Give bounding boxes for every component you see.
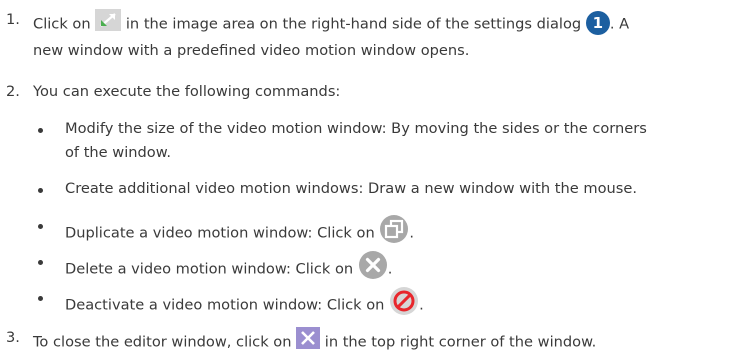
instruction-document: 1. Click on in the image area on the rig… <box>0 0 748 358</box>
step-3-text-b: in the top right corner of the window. <box>324 333 597 351</box>
bullet-1-line-1: Modify the size of the video motion wind… <box>65 120 647 137</box>
callout-badge-1: 1 <box>585 10 610 35</box>
bullet-4-tail: . <box>387 260 393 278</box>
bullet-3-line: Duplicate a video motion window: Click o… <box>65 214 414 251</box>
bullet-3-tail: . <box>409 224 414 242</box>
step-3-text-a: To close the editor window, click on <box>33 333 292 351</box>
close-icon[interactable] <box>296 327 321 354</box>
bullet-5-tail: . <box>419 296 424 314</box>
bullet-4-line: Delete a video motion window: Click on . <box>65 250 393 287</box>
step-1-text-a: Click on <box>33 15 91 33</box>
step-1-line-1: Click on in the image area on the right-… <box>33 9 630 38</box>
bullet-1-line-2: of the window. <box>65 144 171 161</box>
step-2-number: 2. <box>6 83 20 100</box>
bullet-5-line: Deactivate a video motion window: Click … <box>65 286 424 323</box>
bullet-dot <box>38 296 43 301</box>
bullet-2-text: Create additional video motion windows: … <box>65 180 637 197</box>
duplicate-icon[interactable] <box>379 214 409 249</box>
bullet-dot <box>38 260 43 265</box>
bullet-dot <box>38 224 43 229</box>
bullet-5-text: Deactivate a video motion window: Click … <box>65 296 385 314</box>
step-3-number: 3. <box>6 329 20 346</box>
step-1-number: 1. <box>6 11 20 28</box>
step-1-text-c: . A <box>609 15 630 33</box>
step-1-text-b: in the image area on the right-hand side… <box>125 15 582 33</box>
step-1-line-2: new window with a predefined video motio… <box>33 42 470 59</box>
step-2-text: You can execute the following commands: <box>33 83 341 100</box>
step-3-line: To close the editor window, click on in … <box>33 327 597 356</box>
expand-editor-icon[interactable] <box>95 9 122 36</box>
bullet-4-text: Delete a video motion window: Click on <box>65 260 354 278</box>
bullet-dot <box>38 188 43 193</box>
bullet-3-text: Duplicate a video motion window: Click o… <box>65 224 375 242</box>
bullet-dot <box>38 128 43 133</box>
deactivate-icon[interactable] <box>389 286 419 321</box>
delete-icon[interactable] <box>358 250 388 285</box>
